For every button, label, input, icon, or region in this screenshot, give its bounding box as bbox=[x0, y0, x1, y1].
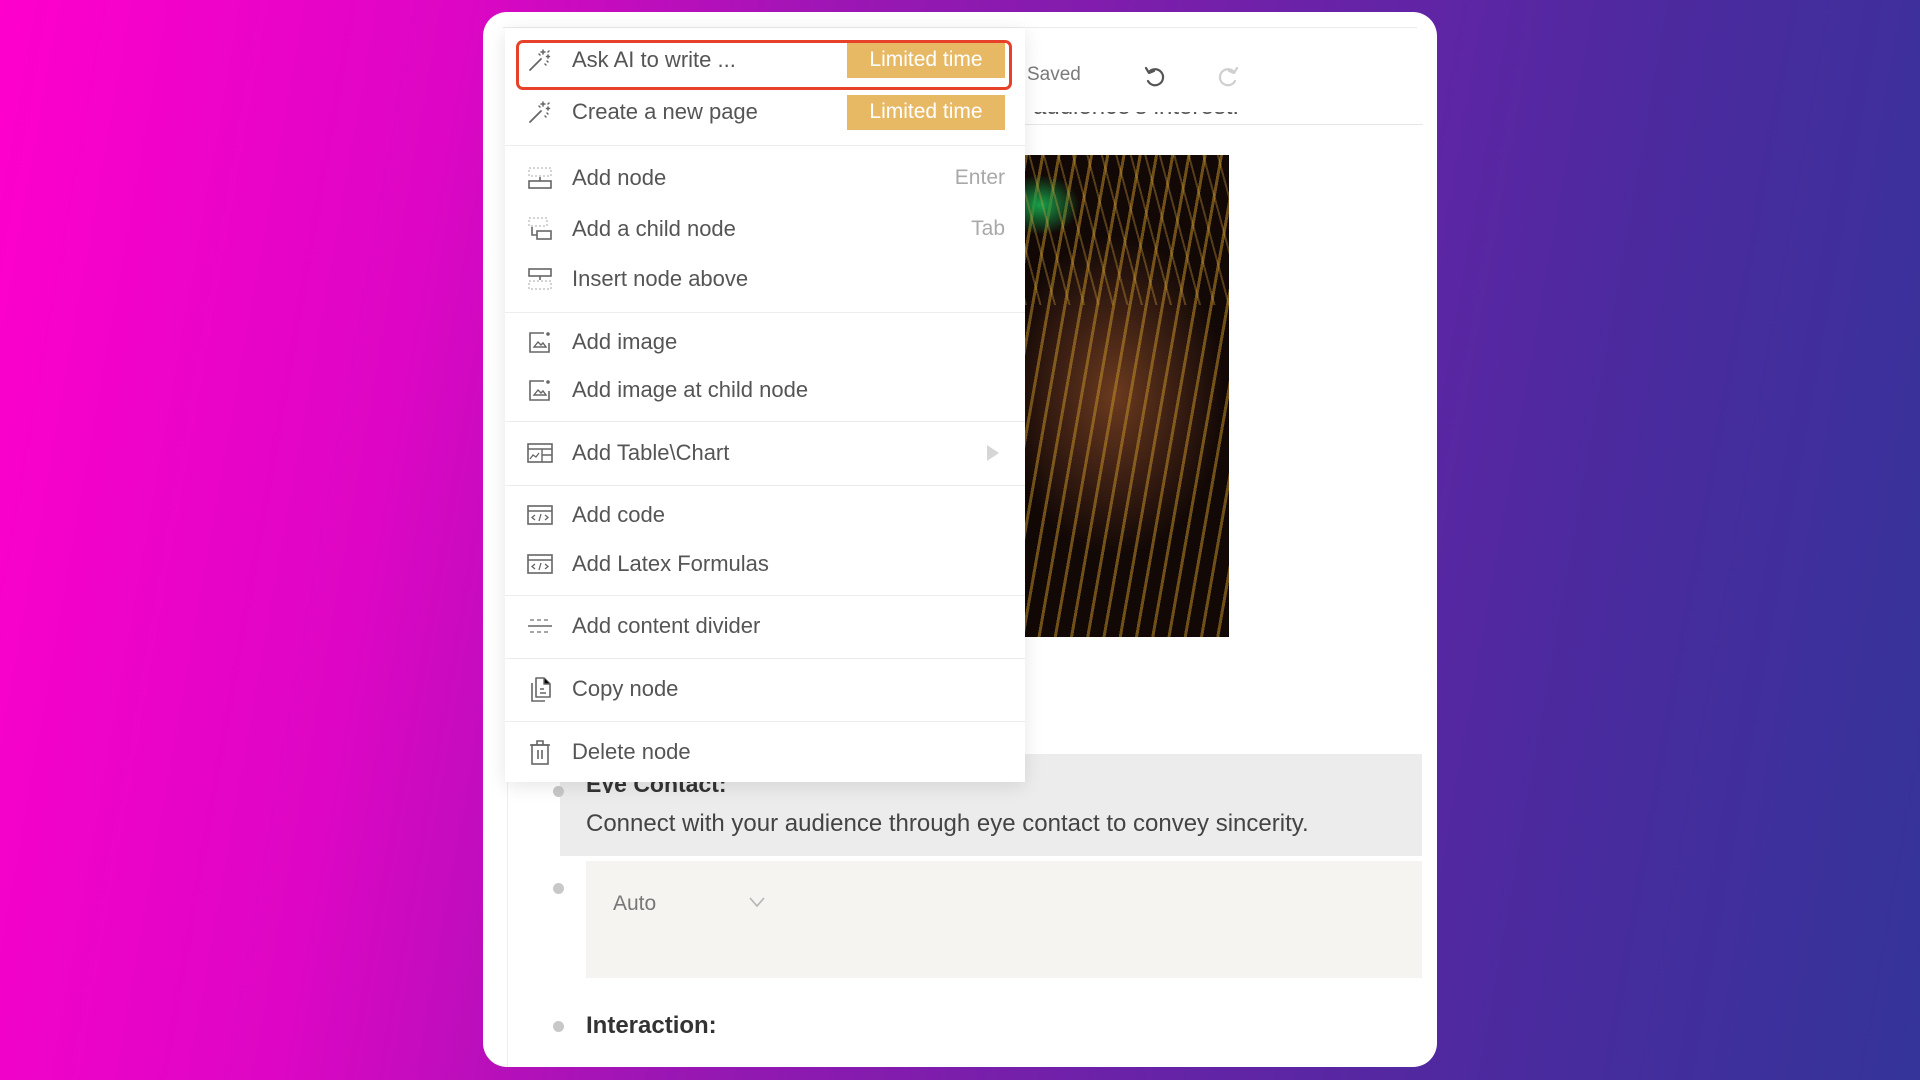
partial-paragraph: e audience's interest. bbox=[1013, 112, 1239, 126]
chevron-down-icon[interactable] bbox=[748, 896, 766, 908]
node-bullet[interactable] bbox=[553, 883, 564, 894]
language-select[interactable]: Auto bbox=[613, 892, 656, 916]
code-icon bbox=[526, 501, 554, 529]
menu-divider bbox=[505, 721, 1025, 722]
trash-icon bbox=[526, 738, 554, 766]
menu-item-label: Add node bbox=[572, 165, 667, 190]
add-node-icon bbox=[526, 164, 554, 192]
menu-item-label: Add Table\Chart bbox=[572, 440, 730, 465]
menu-item-add-node[interactable]: Add node Enter bbox=[505, 155, 1025, 201]
menu-item-add-table-chart[interactable]: Add Table\Chart bbox=[505, 430, 1025, 476]
menu-item-label: Delete node bbox=[572, 739, 691, 764]
menu-item-label: Add content divider bbox=[572, 613, 761, 638]
menu-divider bbox=[505, 595, 1025, 596]
add-image-icon bbox=[526, 376, 554, 404]
menu-item-add-child-node[interactable]: Add a child node Tab bbox=[505, 206, 1025, 252]
node-bullet[interactable] bbox=[553, 786, 564, 797]
menu-divider bbox=[505, 145, 1025, 146]
menu-item-label: Copy node bbox=[572, 676, 679, 701]
menu-divider bbox=[505, 312, 1025, 313]
save-status: Saved bbox=[1027, 64, 1081, 85]
menu-item-label: Add image at child node bbox=[572, 377, 809, 402]
menu-divider bbox=[505, 658, 1025, 659]
menu-item-label: Create a new page bbox=[572, 99, 758, 124]
menu-item-ask-ai[interactable]: Ask AI to write ... Limited time bbox=[505, 37, 1025, 83]
menu-item-label: Insert node above bbox=[572, 266, 749, 291]
menu-item-label: Ask AI to write ... bbox=[572, 47, 736, 72]
node-body-text: Connect with your audience through eye c… bbox=[586, 810, 1309, 837]
menu-item-label: Add code bbox=[572, 502, 665, 527]
menu-item-add-divider[interactable]: Add content divider bbox=[505, 603, 1025, 649]
node-context-menu: Ask AI to write ... Limited time Create … bbox=[505, 28, 1025, 782]
menu-item-delete-node[interactable]: Delete node bbox=[505, 729, 1025, 775]
menu-item-add-image-child[interactable]: Add image at child node bbox=[505, 367, 1025, 413]
menu-item-insert-node-above[interactable]: Insert node above bbox=[505, 256, 1025, 302]
undo-icon[interactable] bbox=[1141, 63, 1169, 91]
submenu-arrow-icon bbox=[987, 445, 999, 461]
code-block-node[interactable] bbox=[586, 861, 1422, 978]
divider-icon bbox=[526, 612, 554, 640]
table-chart-icon bbox=[526, 439, 554, 467]
menu-item-label: Add image bbox=[572, 329, 678, 354]
code-icon bbox=[526, 550, 554, 578]
insert-above-icon bbox=[526, 265, 554, 293]
menu-item-add-latex[interactable]: Add Latex Formulas bbox=[505, 541, 1025, 587]
node-image[interactable] bbox=[1025, 155, 1229, 637]
copy-icon bbox=[526, 675, 554, 703]
add-child-node-icon bbox=[526, 215, 554, 243]
node-title: Interaction: bbox=[586, 1012, 717, 1039]
redo-icon[interactable] bbox=[1214, 63, 1242, 91]
node-bullet[interactable] bbox=[553, 1021, 564, 1032]
magic-wand-icon bbox=[526, 46, 554, 74]
menu-divider bbox=[505, 421, 1025, 422]
menu-item-copy-node[interactable]: Copy node bbox=[505, 666, 1025, 712]
menu-item-add-image[interactable]: Add image bbox=[505, 319, 1025, 365]
partial-paragraph-text: e audience's interest. bbox=[1013, 112, 1239, 120]
limited-time-badge: Limited time bbox=[847, 94, 1005, 130]
menu-divider bbox=[505, 485, 1025, 486]
shortcut-hint: Enter bbox=[954, 166, 1005, 189]
menu-item-add-code[interactable]: Add code bbox=[505, 492, 1025, 538]
limited-time-badge: Limited time bbox=[847, 42, 1005, 78]
menu-item-label: Add a child node bbox=[572, 216, 736, 241]
menu-item-label: Add Latex Formulas bbox=[572, 551, 769, 576]
add-image-icon bbox=[526, 328, 554, 356]
magic-wand-icon bbox=[526, 98, 554, 126]
shortcut-hint: Tab bbox=[971, 217, 1005, 240]
menu-item-create-page[interactable]: Create a new page Limited time bbox=[505, 89, 1025, 135]
